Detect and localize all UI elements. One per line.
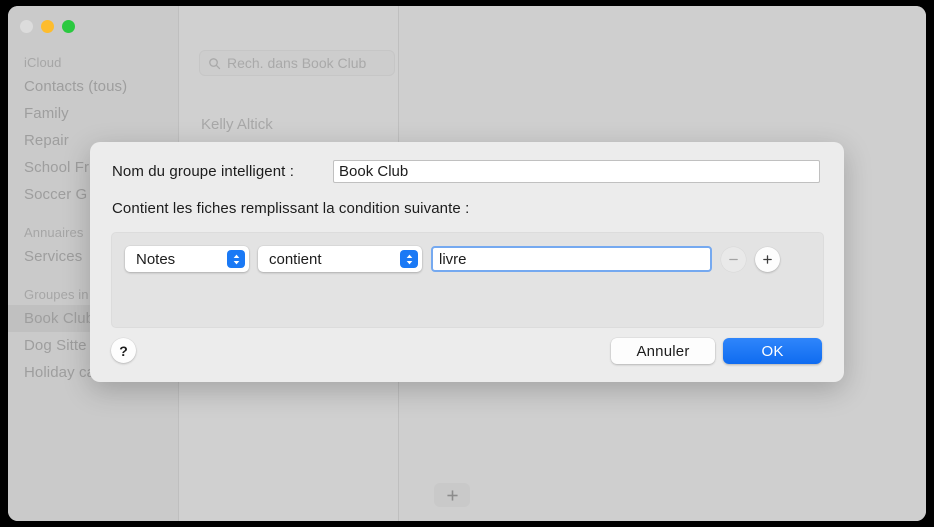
screen: iCloud Contacts (tous) Family Repair Sch…: [0, 0, 934, 527]
search-input[interactable]: Rech. dans Book Club: [199, 50, 395, 76]
sidebar-section-icloud: iCloud: [8, 50, 178, 73]
zoom-button[interactable]: [62, 20, 75, 33]
help-button[interactable]: ?: [111, 338, 136, 363]
cancel-button[interactable]: Annuler: [611, 338, 715, 364]
add-condition-button[interactable]: [755, 247, 780, 272]
condition-field-value: Notes: [136, 251, 175, 268]
condition-operator-value: contient: [269, 251, 322, 268]
condition-list: Notes contient: [111, 232, 824, 328]
chevron-up-down-icon: [400, 250, 418, 268]
plus-icon: [761, 253, 774, 266]
search-placeholder: Rech. dans Book Club: [227, 55, 366, 71]
sidebar-item-contacts-tous[interactable]: Contacts (tous): [8, 73, 178, 100]
chevron-up-down-icon: [227, 250, 245, 268]
minus-icon: [727, 253, 740, 266]
traffic-lights: [20, 20, 75, 33]
minimize-button[interactable]: [41, 20, 54, 33]
plus-icon: [445, 488, 460, 503]
search-icon: [208, 57, 221, 70]
close-button[interactable]: [20, 20, 33, 33]
group-name-input[interactable]: Book Club: [333, 160, 820, 183]
group-name-row: Nom du groupe intelligent : Book Club: [112, 159, 820, 183]
condition-field-popup[interactable]: Notes: [125, 246, 249, 272]
sidebar-item-family[interactable]: Family: [8, 100, 178, 127]
list-item[interactable]: Kelly Altick: [201, 116, 273, 133]
group-name-label: Nom du groupe intelligent :: [112, 163, 294, 180]
condition-operator-popup[interactable]: contient: [258, 246, 422, 272]
condition-value-input[interactable]: livre: [431, 246, 712, 272]
remove-condition-button[interactable]: [721, 247, 746, 272]
condition-description-label: Contient les fiches remplissant la condi…: [112, 200, 469, 217]
add-contact-button[interactable]: [434, 483, 470, 507]
condition-row: Notes contient: [125, 246, 780, 272]
ok-button[interactable]: OK: [723, 338, 822, 364]
